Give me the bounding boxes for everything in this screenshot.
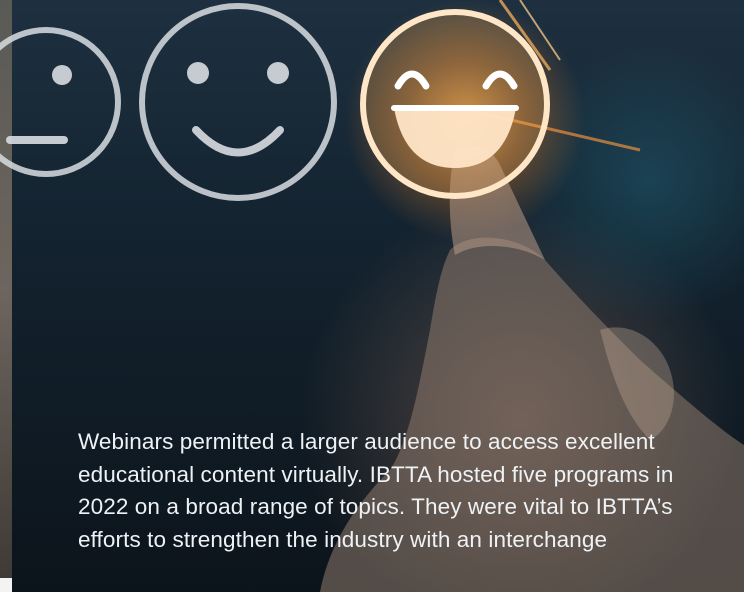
neutral-face-icon (0, 27, 121, 177)
webinar-feature: Webinars permitted a larger audience to … (0, 0, 744, 592)
caption-text: Webinars permitted a larger audience to … (78, 429, 674, 552)
laughing-face-icon (360, 9, 550, 199)
smiling-face-icon (139, 3, 337, 201)
